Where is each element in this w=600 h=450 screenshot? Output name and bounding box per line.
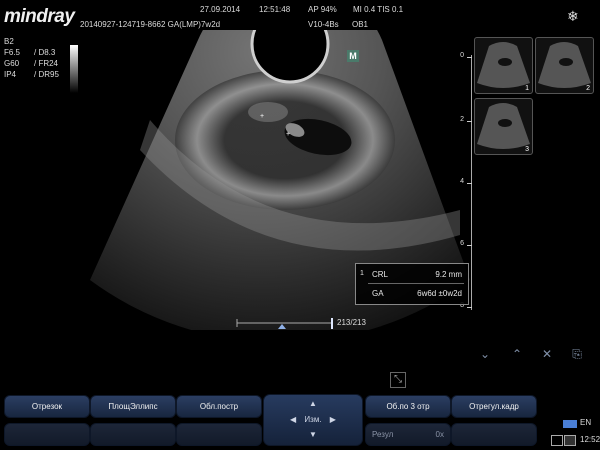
softkey-volume-3-axes[interactable]: Об.по 3 отр [365, 395, 451, 418]
export-icon[interactable]: ⎘ [566, 346, 588, 362]
exam-date: 27.09.2014 [200, 5, 241, 14]
orientation-marker: M [347, 50, 359, 62]
close-icon[interactable]: ✕ [536, 346, 558, 362]
thumbnail[interactable]: 1 [474, 37, 533, 94]
arrow-left-icon[interactable]: ◀ [290, 415, 296, 424]
thumbnail[interactable]: 3 [474, 98, 533, 155]
softkey-empty[interactable] [451, 423, 537, 446]
clock: 12:52 [580, 435, 600, 444]
printer-icon [551, 435, 563, 446]
param-row: IP4/ DR95 [4, 70, 59, 79]
imaging-params: B2 F6.5/ D8.3 G60/ FR24 IP4/ DR95 [4, 36, 64, 80]
thumbnail[interactable]: 2 [535, 37, 594, 94]
arrow-up-icon[interactable]: ▲ [264, 399, 362, 408]
exam-preset: OB1 [352, 20, 369, 29]
brand-logo: mindray [4, 6, 75, 27]
resize-icon[interactable]: ⤡ [390, 372, 406, 388]
measurement-box: 1 CRL 9.2 mm GA 6w6d ±0w2d [355, 263, 469, 305]
cine-slider[interactable] [236, 318, 334, 330]
param-row: B2 [4, 37, 14, 46]
acoustic-power: AP 94% [308, 5, 337, 14]
chevron-down-icon[interactable]: ⌄ [474, 346, 496, 362]
freeze-icon[interactable]: ❄ [567, 8, 579, 25]
measurement-row-crl: 1 CRL 9.2 mm [360, 270, 462, 279]
navigation-controls: ⌄ ⌃ ✕ ⎘ [472, 344, 592, 364]
softkey-segment[interactable]: Отрезок [4, 395, 90, 418]
language-indicator[interactable]: EN [580, 418, 591, 427]
probe-name: V10-4Bs [308, 20, 339, 29]
arrow-right-icon[interactable]: ▶ [330, 415, 336, 424]
softkey-ellipse-area[interactable]: ПлощЭллипс [90, 395, 176, 418]
svg-text:+: + [286, 131, 290, 138]
param-row: F6.5/ D8.3 [4, 48, 56, 57]
grayscale-bar [70, 45, 78, 93]
softkey-empty[interactable] [4, 423, 90, 446]
softkey-adjust-frame[interactable]: Отрегул.кадр [451, 395, 537, 418]
exam-time: 12:51:48 [259, 5, 291, 14]
svg-text:+: + [260, 113, 264, 120]
cine-frame-counter: 213/213 [337, 318, 366, 327]
softkey-trace-area[interactable]: Обл.постр [176, 395, 262, 418]
measure-label-row: ◀ Изм. ▶ [290, 415, 336, 424]
softkey-empty[interactable] [176, 423, 262, 446]
param-row: G60/ FR24 [4, 59, 59, 68]
measurement-row-ga: GA 6w6d ±0w2d [372, 289, 462, 298]
softkey-empty[interactable] [90, 423, 176, 446]
mi-tis-readout: MI 0.4 TIS 0.1 [353, 5, 404, 14]
arrow-down-icon[interactable]: ▼ [264, 430, 362, 439]
softkey-result[interactable]: Резул 0x [365, 423, 451, 446]
measure-dial[interactable]: ▲ ◀ Изм. ▶ ▼ [263, 394, 363, 446]
display-icon [564, 435, 576, 446]
patient-id: 20140927-124719-8662 GA(LMP)7w2d [80, 20, 221, 29]
network-icon [563, 420, 577, 428]
chevron-up-icon[interactable]: ⌃ [506, 346, 528, 362]
